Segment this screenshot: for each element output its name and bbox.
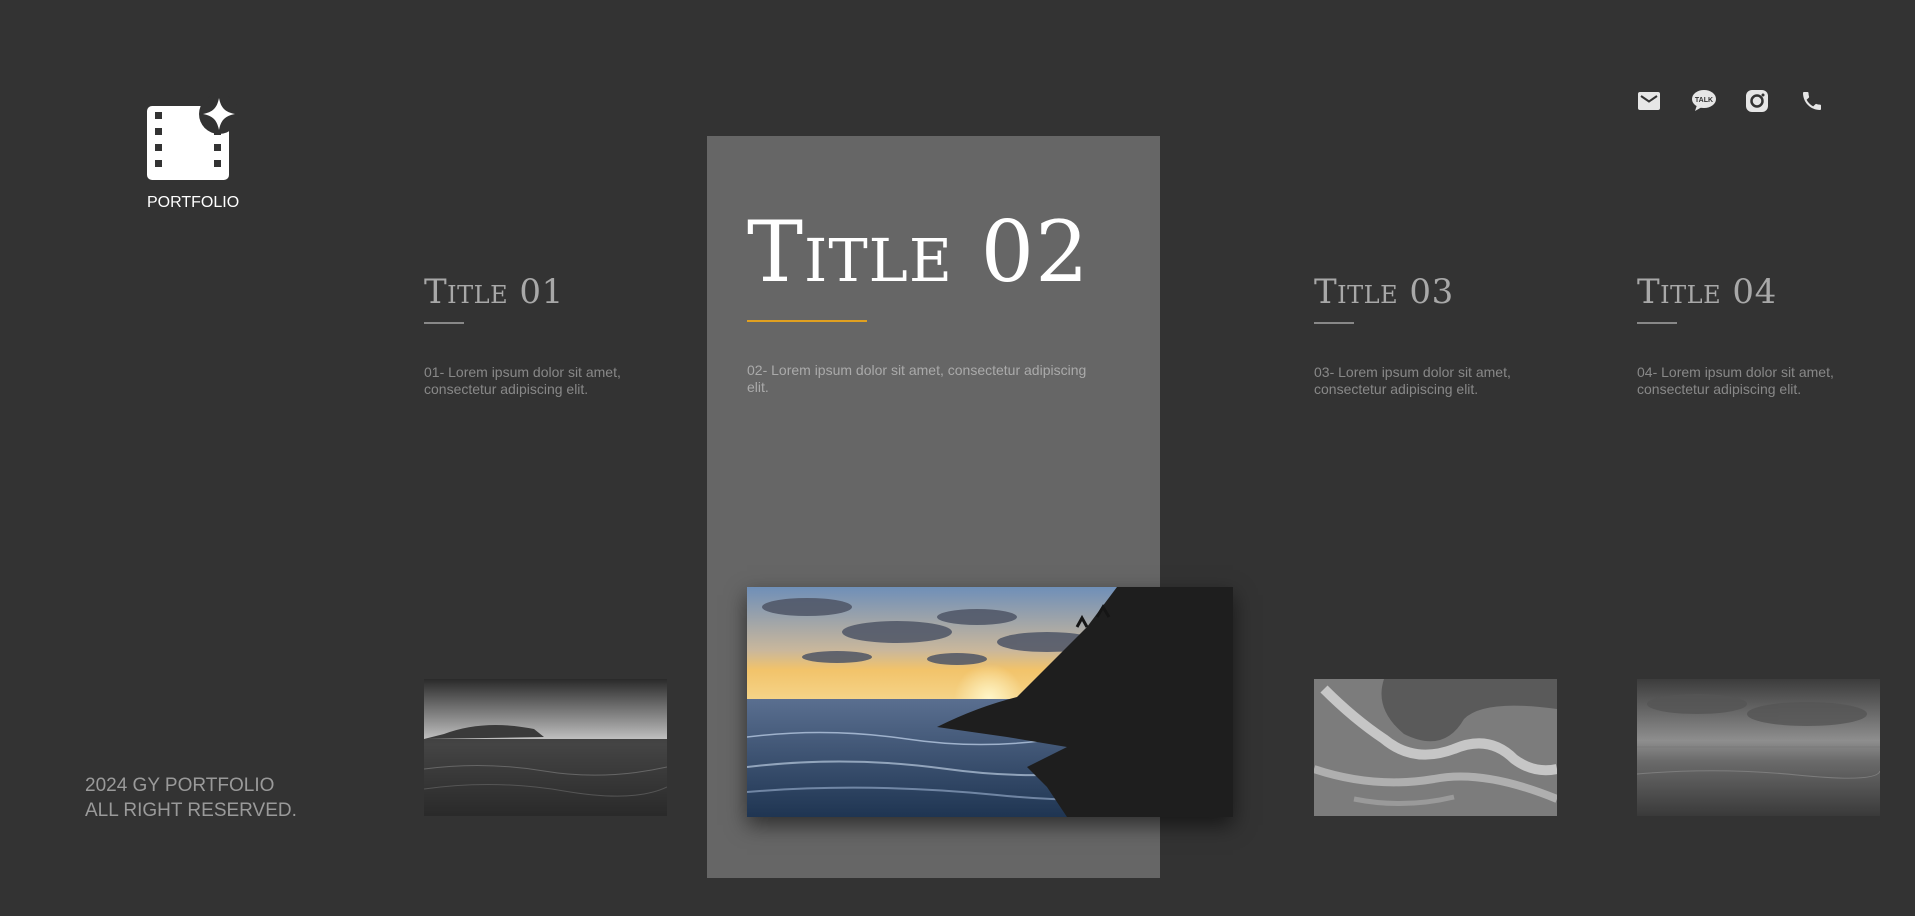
card-description: 01- Lorem ipsum dolor sit amet, consecte… (424, 364, 621, 397)
kakaotalk-icon[interactable]: TALK (1691, 89, 1717, 118)
calm-sea-image (1636, 679, 1881, 816)
svg-text:TALK: TALK (1695, 97, 1713, 104)
title-underline (1637, 322, 1677, 324)
portfolio-card-04[interactable]: Title 04 04- Lorem ipsum dolor sit amet,… (1637, 272, 1887, 398)
footer-copyright: 2024 GY PORTFOLIO ALL RIGHT RESERVED. (85, 773, 297, 823)
footer-line-2: ALL RIGHT RESERVED. (85, 800, 297, 821)
brand-label: PORTFOLIO (147, 194, 240, 211)
sunset-coast-image (746, 587, 1234, 817)
card-title: Title 04 (1637, 272, 1777, 312)
card-thumbnail-02[interactable] (746, 587, 1234, 817)
portfolio-card-02[interactable]: Title 02 02- Lorem ipsum dolor sit amet,… (747, 205, 1127, 396)
card-thumbnail-01[interactable] (423, 679, 668, 816)
waves-aerial-image (1312, 679, 1559, 816)
title-underline (424, 322, 464, 324)
card-description: 04- Lorem ipsum dolor sit amet, consecte… (1637, 364, 1834, 397)
portfolio-card-03[interactable]: Title 03 03- Lorem ipsum dolor sit amet,… (1314, 272, 1564, 398)
instagram-icon[interactable] (1745, 89, 1769, 118)
card-description: 02- Lorem ipsum dolor sit amet, consecte… (747, 362, 1087, 395)
phone-icon[interactable] (1800, 89, 1824, 118)
mail-icon[interactable] (1637, 89, 1661, 118)
footer-line-1: 2024 GY PORTFOLIO (85, 775, 275, 796)
portfolio-logo[interactable] (147, 96, 239, 180)
title-underline-accent (747, 320, 867, 322)
card-title: Title 01 (424, 272, 564, 312)
card-title: Title 02 (747, 203, 1090, 301)
card-description: 03- Lorem ipsum dolor sit amet, consecte… (1314, 364, 1511, 397)
card-thumbnail-04[interactable] (1636, 679, 1881, 816)
card-thumbnail-03[interactable] (1312, 679, 1559, 816)
portfolio-card-01[interactable]: Title 01 01- Lorem ipsum dolor sit amet,… (424, 272, 674, 398)
film-sparkle-icon (147, 96, 239, 180)
card-title: Title 03 (1314, 272, 1454, 312)
title-underline (1314, 322, 1354, 324)
ocean-image (423, 679, 668, 816)
